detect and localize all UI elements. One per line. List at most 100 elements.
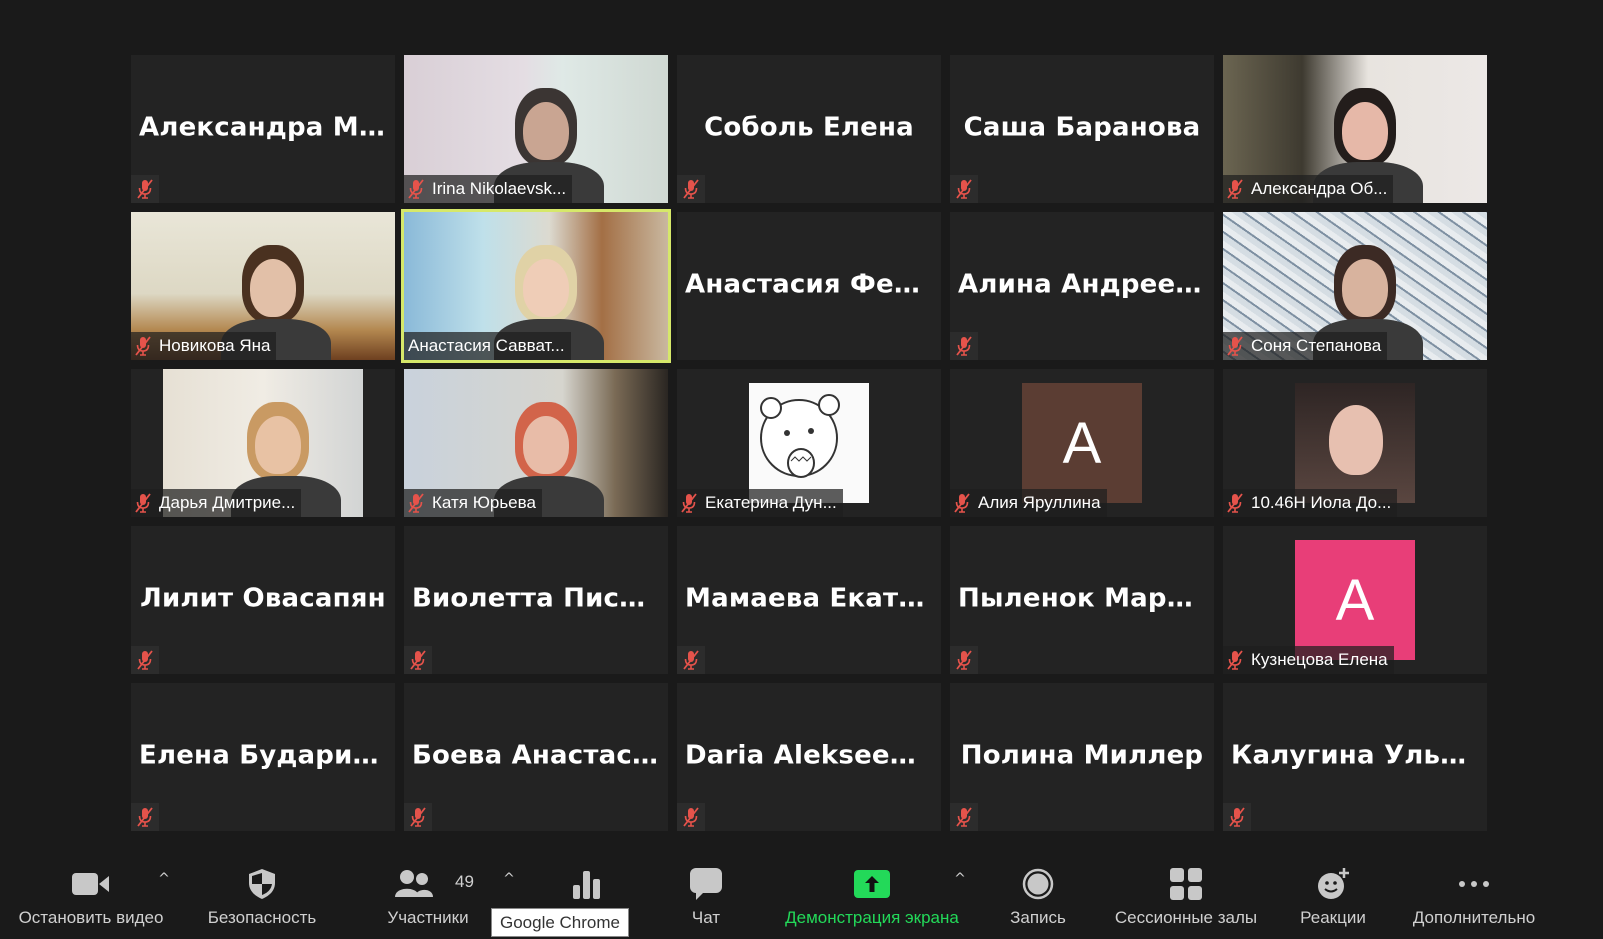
shield-icon [248,867,276,901]
muted-mic-icon [1227,179,1251,199]
security-button[interactable]: Безопасность [197,845,327,939]
participant-tile[interactable]: Саша Баранова [950,55,1214,203]
participant-tile[interactable]: Виолетта Писа... [404,526,668,674]
muted-mic-icon [1223,803,1251,831]
participant-name: Лилит Овасапян [140,583,386,614]
more-label: Дополнительно [1412,908,1536,927]
record-icon [1022,867,1054,901]
participant-name-label: Алия Яруллина [950,489,1107,517]
participants-count: 49 [455,872,474,891]
participant-tile[interactable]: Катя Юрьева [404,369,668,517]
participant-name: Елена Бударина [139,740,389,771]
participant-name: 10.46Н Иола До... [1251,493,1392,512]
participant-tile[interactable]: Александра М... [131,55,395,203]
participant-tile[interactable]: Елена Бударина [131,683,395,831]
muted-mic-icon [131,646,159,674]
muted-mic-icon [950,175,978,203]
participants-button[interactable]: Участники [373,845,483,939]
participant-tile[interactable]: Екатерина Дун... [677,369,941,517]
participant-tile[interactable]: A Алия Яруллина [950,369,1214,517]
breakout-rooms-button[interactable]: Сессионные залы [1106,845,1266,939]
chat-button[interactable]: Чат [671,845,741,939]
muted-mic-icon [131,803,159,831]
participant-name: Калугина Ульяна [1231,740,1487,771]
participant-tile[interactable]: 10.46Н Иола До... [1223,369,1487,517]
muted-mic-icon [1227,493,1251,513]
participant-tile[interactable]: A Кузнецова Елена [1223,526,1487,674]
smiley-plus-icon [1316,867,1350,901]
participant-name: Полина Миллер [960,740,1204,771]
participant-tile[interactable]: Daria Alekseenko [677,683,941,831]
participant-name: Виолетта Писа... [412,583,668,614]
grid-icon [1170,867,1202,901]
muted-mic-icon [950,646,978,674]
participant-tile[interactable]: Анастасия Фед... [677,212,941,360]
participant-name: Екатерина Дун... [705,493,837,512]
participant-name: Анастасия Фед... [685,269,941,300]
participants-label: Участники [387,908,469,927]
muted-mic-icon [408,179,432,199]
share-screen-button[interactable]: Демонстрация экрана [772,845,972,939]
share-screen-label: Демонстрация экрана [785,908,959,927]
reactions-label: Реакции [1300,908,1366,927]
participant-tile[interactable]: Дарья Дмитрие... [131,369,395,517]
participant-tile[interactable]: Пыленок Марг... [950,526,1214,674]
participant-name-label: Irina Nikolaevsk... [404,175,573,203]
participant-name-label: Кузнецова Елена [1223,646,1394,674]
participant-name: Александра Об... [1251,179,1388,198]
participant-tile[interactable]: Боева Анастасия [404,683,668,831]
record-button[interactable]: Запись [998,845,1078,939]
participant-tile[interactable]: Соня Степанова [1223,212,1487,360]
participant-tile[interactable]: Мамаева Екате... [677,526,941,674]
participant-name: Алина Андреева [958,269,1210,300]
muted-mic-icon [131,175,159,203]
participant-name: Новикова Яна [159,336,271,355]
participants-icon [395,867,433,901]
participant-name: Алия Яруллина [978,493,1101,512]
ellipsis-icon [1458,867,1490,901]
participant-tile[interactable]: Анастасия Савват... [401,209,671,363]
participants-options-caret[interactable]: ^ [503,871,515,887]
reactions-button[interactable]: Реакции [1288,845,1378,939]
muted-mic-icon [1227,650,1251,670]
participant-tile[interactable]: Лилит Овасапян [131,526,395,674]
participant-name-label: Соня Степанова [1223,332,1388,360]
muted-mic-icon [404,646,432,674]
tooltip: Google Chrome [491,908,629,937]
participant-name-label: Анастасия Савват... [404,332,571,360]
muted-mic-icon [135,493,159,513]
participant-name: Боева Анастасия [412,740,668,771]
security-label: Безопасность [207,908,317,927]
avatar: A [1295,540,1415,660]
more-button[interactable]: Дополнительно [1399,845,1549,939]
muted-mic-icon [1227,336,1251,356]
participant-name-label: Новикова Яна [131,332,277,360]
meeting-toolbar: Остановить видео ^ Безопасность Участник… [0,845,1603,939]
participant-name-label: Екатерина Дун... [677,489,843,517]
participant-name: Соня Степанова [1251,336,1382,355]
video-options-caret[interactable]: ^ [158,871,170,887]
avatar-photo [1295,383,1415,503]
muted-mic-icon [404,803,432,831]
stop-video-label: Остановить видео [18,908,164,927]
participant-name: Мамаева Екате... [685,583,941,614]
participant-tile[interactable]: Соболь Елена [677,55,941,203]
muted-mic-icon [954,493,978,513]
share-screen-arrow-icon [854,867,890,901]
participant-tile[interactable]: Алина Андреева [950,212,1214,360]
participant-tile[interactable]: Новикова Яна [131,212,395,360]
stop-video-button[interactable]: Остановить видео [6,845,176,939]
record-label: Запись [1010,908,1066,927]
muted-mic-icon [408,493,432,513]
participant-name: Саша Баранова [963,112,1201,143]
participant-tile[interactable]: Калугина Ульяна [1223,683,1487,831]
muted-mic-icon [950,332,978,360]
video-gallery: Александра М... Irina Nikolaevsk... Собол… [131,55,1487,831]
participant-name-label: Александра Об... [1223,175,1394,203]
participant-tile[interactable]: Полина Миллер [950,683,1214,831]
participant-tile[interactable]: Irina Nikolaevsk... [404,55,668,203]
breakout-rooms-label: Сессионные залы [1114,908,1258,927]
share-options-caret[interactable]: ^ [954,871,966,887]
participant-tile[interactable]: Александра Об... [1223,55,1487,203]
participant-name-label: Дарья Дмитрие... [131,489,302,517]
